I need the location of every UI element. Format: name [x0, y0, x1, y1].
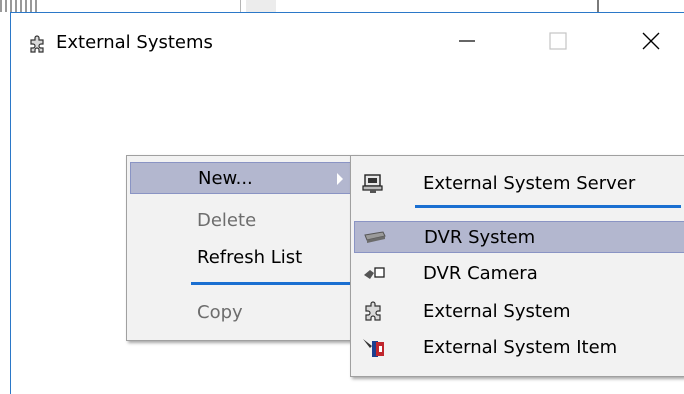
maximize-button[interactable]	[528, 13, 588, 69]
background-divider	[597, 0, 599, 12]
close-button[interactable]	[621, 13, 681, 69]
menu-item-label: New...	[198, 168, 253, 189]
menu-separator	[191, 282, 353, 285]
menu-item-delete[interactable]: Delete	[130, 205, 354, 237]
menu-item-copy[interactable]: Copy	[130, 297, 354, 329]
menu-item-label: DVR Camera	[423, 263, 538, 284]
submenu-arrow-icon	[337, 173, 343, 185]
submenu-item-external-system-server[interactable]: External System Server	[354, 168, 684, 200]
camera-icon	[364, 267, 385, 279]
background-text-fragment	[0, 0, 40, 12]
external-system-item-icon	[363, 339, 384, 357]
menu-item-label: External System Server	[423, 173, 636, 194]
menu-item-label: Copy	[197, 302, 243, 323]
new-submenu: External System Server DVR System DVR Ca…	[350, 155, 684, 377]
puzzle-icon	[30, 35, 44, 53]
background-panel	[246, 0, 276, 12]
submenu-item-dvr-system[interactable]: DVR System	[354, 221, 684, 253]
menu-separator	[415, 205, 681, 208]
screen: External Systems New... Delete Refresh L…	[0, 0, 684, 394]
menu-item-refresh-list[interactable]: Refresh List	[130, 242, 354, 274]
menu-item-label: External System Item	[423, 337, 618, 358]
menu-item-new[interactable]: New...	[130, 162, 354, 194]
server-icon	[362, 174, 383, 193]
menu-item-label: External System	[423, 301, 571, 322]
submenu-item-external-system-item[interactable]: External System Item	[354, 332, 684, 364]
menu-item-label: DVR System	[424, 227, 536, 248]
window-title: External Systems	[56, 32, 213, 53]
minimize-button[interactable]	[437, 13, 497, 69]
minimize-icon	[459, 40, 475, 42]
external-system-icon	[365, 301, 381, 321]
maximize-icon	[549, 32, 567, 50]
context-menu: New... Delete Refresh List Copy	[126, 155, 358, 341]
submenu-item-external-system[interactable]: External System	[354, 296, 684, 328]
background-window	[0, 0, 684, 12]
menu-item-label: Refresh List	[197, 247, 303, 268]
background-divider	[240, 0, 241, 12]
dvr-system-icon	[364, 231, 386, 243]
close-icon	[642, 32, 660, 50]
submenu-item-dvr-camera[interactable]: DVR Camera	[354, 258, 684, 290]
title-bar[interactable]: External Systems	[11, 13, 684, 69]
menu-item-label: Delete	[197, 210, 257, 231]
